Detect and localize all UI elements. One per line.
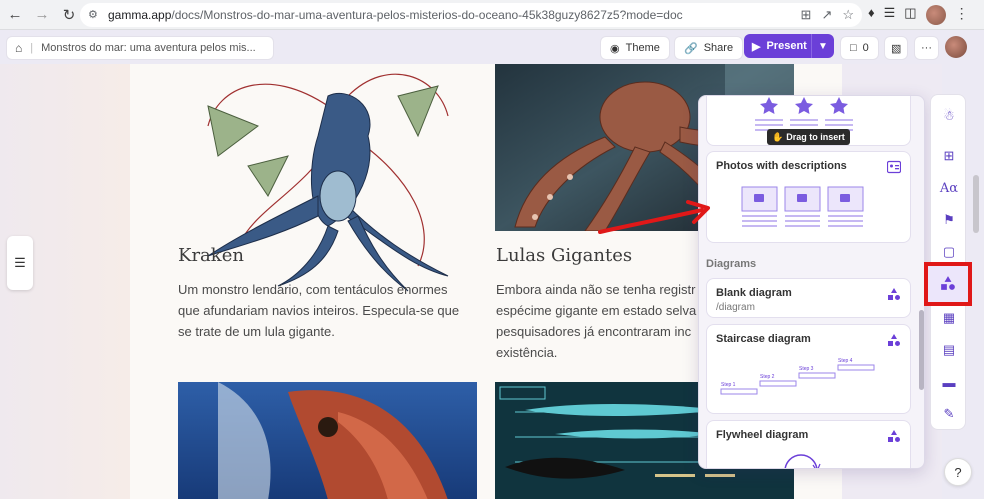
image-icon[interactable]: ▦: [940, 309, 958, 327]
card-title: Staircase diagram: [716, 333, 811, 345]
theme-button[interactable]: ◉ Theme: [600, 36, 670, 60]
breadcrumb-title: Monstros do mar: uma aventura pelos mis.…: [41, 42, 256, 54]
chevron-down-icon[interactable]: ▼: [812, 41, 834, 52]
side-panel-icon[interactable]: ◫: [904, 5, 916, 25]
bookmark-star-icon[interactable]: ☆: [842, 7, 854, 23]
panel-scrollbar[interactable]: [919, 310, 924, 390]
card-title-kraken: Kraken: [178, 245, 244, 266]
share-page-icon[interactable]: ↗: [821, 7, 832, 23]
hand-icon: ✋: [772, 131, 784, 142]
text-line: se trate de um lula gigante.: [178, 324, 335, 339]
text-icon[interactable]: Aα: [940, 179, 958, 197]
diagrams-section-label: Diagrams: [706, 258, 757, 270]
embed-icon[interactable]: ▬: [940, 373, 958, 391]
text-line: Embora ainda não se tenha registr: [496, 282, 696, 297]
drag-tooltip: ✋ Drag to insert: [767, 129, 850, 145]
shapes-icon: [888, 430, 900, 442]
reload-icon[interactable]: ↻: [57, 3, 81, 27]
flywheel-diagram-card[interactable]: Flywheel diagram: [706, 420, 911, 468]
more-button[interactable]: ···: [914, 36, 939, 60]
play-icon: ▶: [752, 40, 761, 53]
back-icon[interactable]: ←: [3, 3, 27, 27]
card-shortcut: /diagram: [716, 302, 755, 313]
flywheel-preview: [784, 454, 821, 468]
blank-diagram-card[interactable]: Blank diagram /diagram: [706, 278, 911, 318]
menu-icon: ☰: [14, 255, 26, 270]
shapes-icon: [888, 288, 900, 300]
more-icon: ···: [921, 42, 932, 54]
card-title: Flywheel diagram: [716, 429, 809, 441]
extensions-icon[interactable]: ♦: [868, 5, 875, 25]
home-icon[interactable]: ⌂: [15, 41, 22, 55]
browser-menu-icon[interactable]: ⋮: [955, 5, 969, 25]
shapes-icon: [888, 334, 900, 346]
chart-icon: ▧: [891, 42, 902, 55]
share-button[interactable]: 🔗 Share: [674, 36, 744, 60]
card-title: Photos with descriptions: [716, 160, 847, 172]
text-line: que afundariam navios inteiros. Especula…: [178, 303, 460, 318]
photos-preview: [741, 186, 864, 227]
link-icon: 🔗: [684, 42, 698, 55]
theme-label: Theme: [625, 42, 660, 54]
breadcrumb[interactable]: ⌂ | Monstros do mar: uma aventura pelos …: [6, 36, 274, 60]
profile-avatar[interactable]: [925, 5, 946, 25]
add-card-icon[interactable]: ⊞: [940, 147, 958, 165]
breadcrumb-separator: |: [30, 42, 34, 54]
present-button[interactable]: ▶ Present ▼: [744, 34, 834, 58]
page-scrollbar[interactable]: [973, 175, 979, 233]
card-text-kraken: Um monstro lendário, com tentáculos enor…: [178, 279, 459, 342]
comments-button[interactable]: □ 0: [840, 36, 879, 60]
text-line: espécime gigante em estado selva: [496, 303, 697, 318]
comments-count: 0: [862, 42, 869, 54]
staircase-diagram-card[interactable]: Staircase diagram Step 1 Step 2 Step 3 S…: [706, 324, 911, 414]
step-label: Step 4: [838, 358, 853, 364]
address-bar[interactable]: ⚙ gamma.app/docs/Monstros-do-mar-uma-ave…: [80, 3, 862, 27]
reading-list-icon[interactable]: ☰: [884, 5, 896, 25]
step-label: Step 3: [799, 366, 814, 372]
step-label: Step 2: [760, 374, 775, 380]
form-icon[interactable]: ✎: [940, 405, 958, 423]
annotation-arrow: [598, 200, 710, 234]
photos-with-descriptions-card[interactable]: Photos with descriptions: [706, 151, 911, 243]
insert-panel: Photos with descriptions Diagrams Blank …: [698, 95, 925, 469]
step-label: Step 1: [721, 382, 736, 388]
text-line: Um monstro lendário, com tentáculos enor…: [178, 282, 448, 297]
tooltip-text: Drag to insert: [786, 132, 845, 142]
card-title: Blank diagram: [716, 287, 792, 299]
card-title-lulas: Lulas Gigantes: [496, 245, 633, 266]
app-topbar: ⌂ | Monstros do mar: uma aventura pelos …: [0, 30, 984, 64]
palette-icon: ◉: [610, 42, 620, 55]
layout-icon[interactable]: ▢: [940, 243, 958, 261]
browser-toolbar: ← → ↻ ⚙ gamma.app/docs/Monstros-do-mar-u…: [0, 0, 984, 30]
table-icon[interactable]: ▤: [940, 341, 958, 359]
comment-icon: □: [850, 42, 857, 54]
url-host: gamma.app: [108, 8, 172, 22]
squid-image[interactable]: [178, 382, 477, 499]
ai-assistant-icon[interactable]: ☃: [940, 107, 958, 125]
url-path: /docs/Monstros-do-mar-uma-aventura-pelos…: [171, 8, 683, 22]
text-line: existência.: [496, 345, 558, 360]
table-of-contents-button[interactable]: ☰: [7, 236, 33, 290]
staircase-preview: Step 1 Step 2 Step 3 Step 4: [720, 358, 875, 395]
user-avatar[interactable]: [945, 36, 967, 58]
share-label: Share: [703, 42, 734, 54]
annotation-highlight-box: [924, 262, 972, 306]
lock-icon: ⚙: [88, 9, 98, 21]
help-button[interactable]: ?: [944, 458, 972, 486]
analytics-button[interactable]: ▧: [884, 36, 909, 60]
card-text-lulas: Embora ainda não se tenha registr espéci…: [496, 279, 696, 363]
forward-icon[interactable]: →: [30, 3, 54, 27]
present-label: Present: [766, 40, 807, 52]
callout-icon[interactable]: ⚑: [940, 211, 958, 229]
text-line: pesquisadores já encontraram inc: [496, 324, 692, 339]
contact-card-icon: [887, 160, 901, 174]
install-icon[interactable]: ⊞: [801, 7, 812, 23]
